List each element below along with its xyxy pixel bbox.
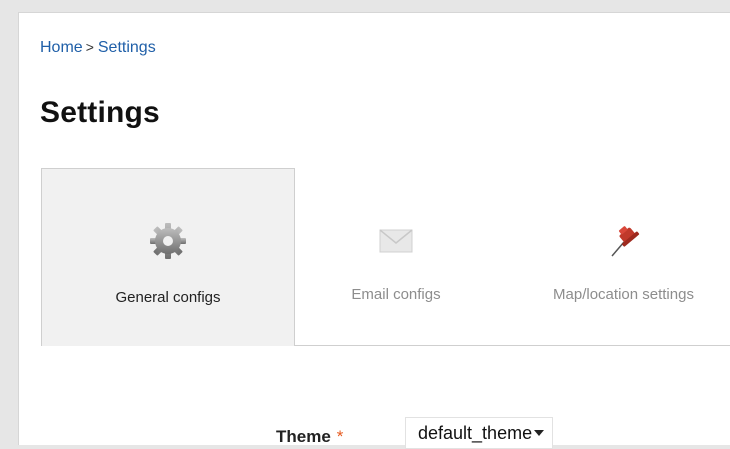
theme-select-value: default_theme [418,423,533,443]
required-marker: * [336,427,344,446]
envelope-icon [379,229,413,253]
general-configs-form: Theme * default_theme [41,346,730,449]
breadcrumb-settings-link[interactable]: Settings [98,39,156,56]
tab-email-configs-label: Email configs [351,286,441,303]
settings-panel: Home > Settings Settings General configs… [18,12,730,449]
tab-general-configs[interactable]: General configs [41,168,295,346]
gear-icon [150,223,186,259]
settings-tabs: General configs Email configs Map/locati… [41,168,730,346]
tab-map-location-settings[interactable]: Map/location settings [516,168,730,346]
theme-label-text: Theme [276,427,331,446]
page-title: Settings [40,96,160,129]
breadcrumb-home-link[interactable]: Home [40,39,83,56]
breadcrumb-separator: > [85,39,94,55]
tab-email-configs[interactable]: Email configs [316,168,476,346]
tab-map-location-settings-label: Map/location settings [553,286,694,303]
theme-field-label: Theme * [276,427,343,447]
pushpin-icon [610,226,639,257]
chevron-down-icon [534,430,544,436]
theme-select[interactable]: default_theme [405,417,553,449]
breadcrumb: Home > Settings [40,39,156,57]
tab-general-configs-label: General configs [115,289,221,306]
